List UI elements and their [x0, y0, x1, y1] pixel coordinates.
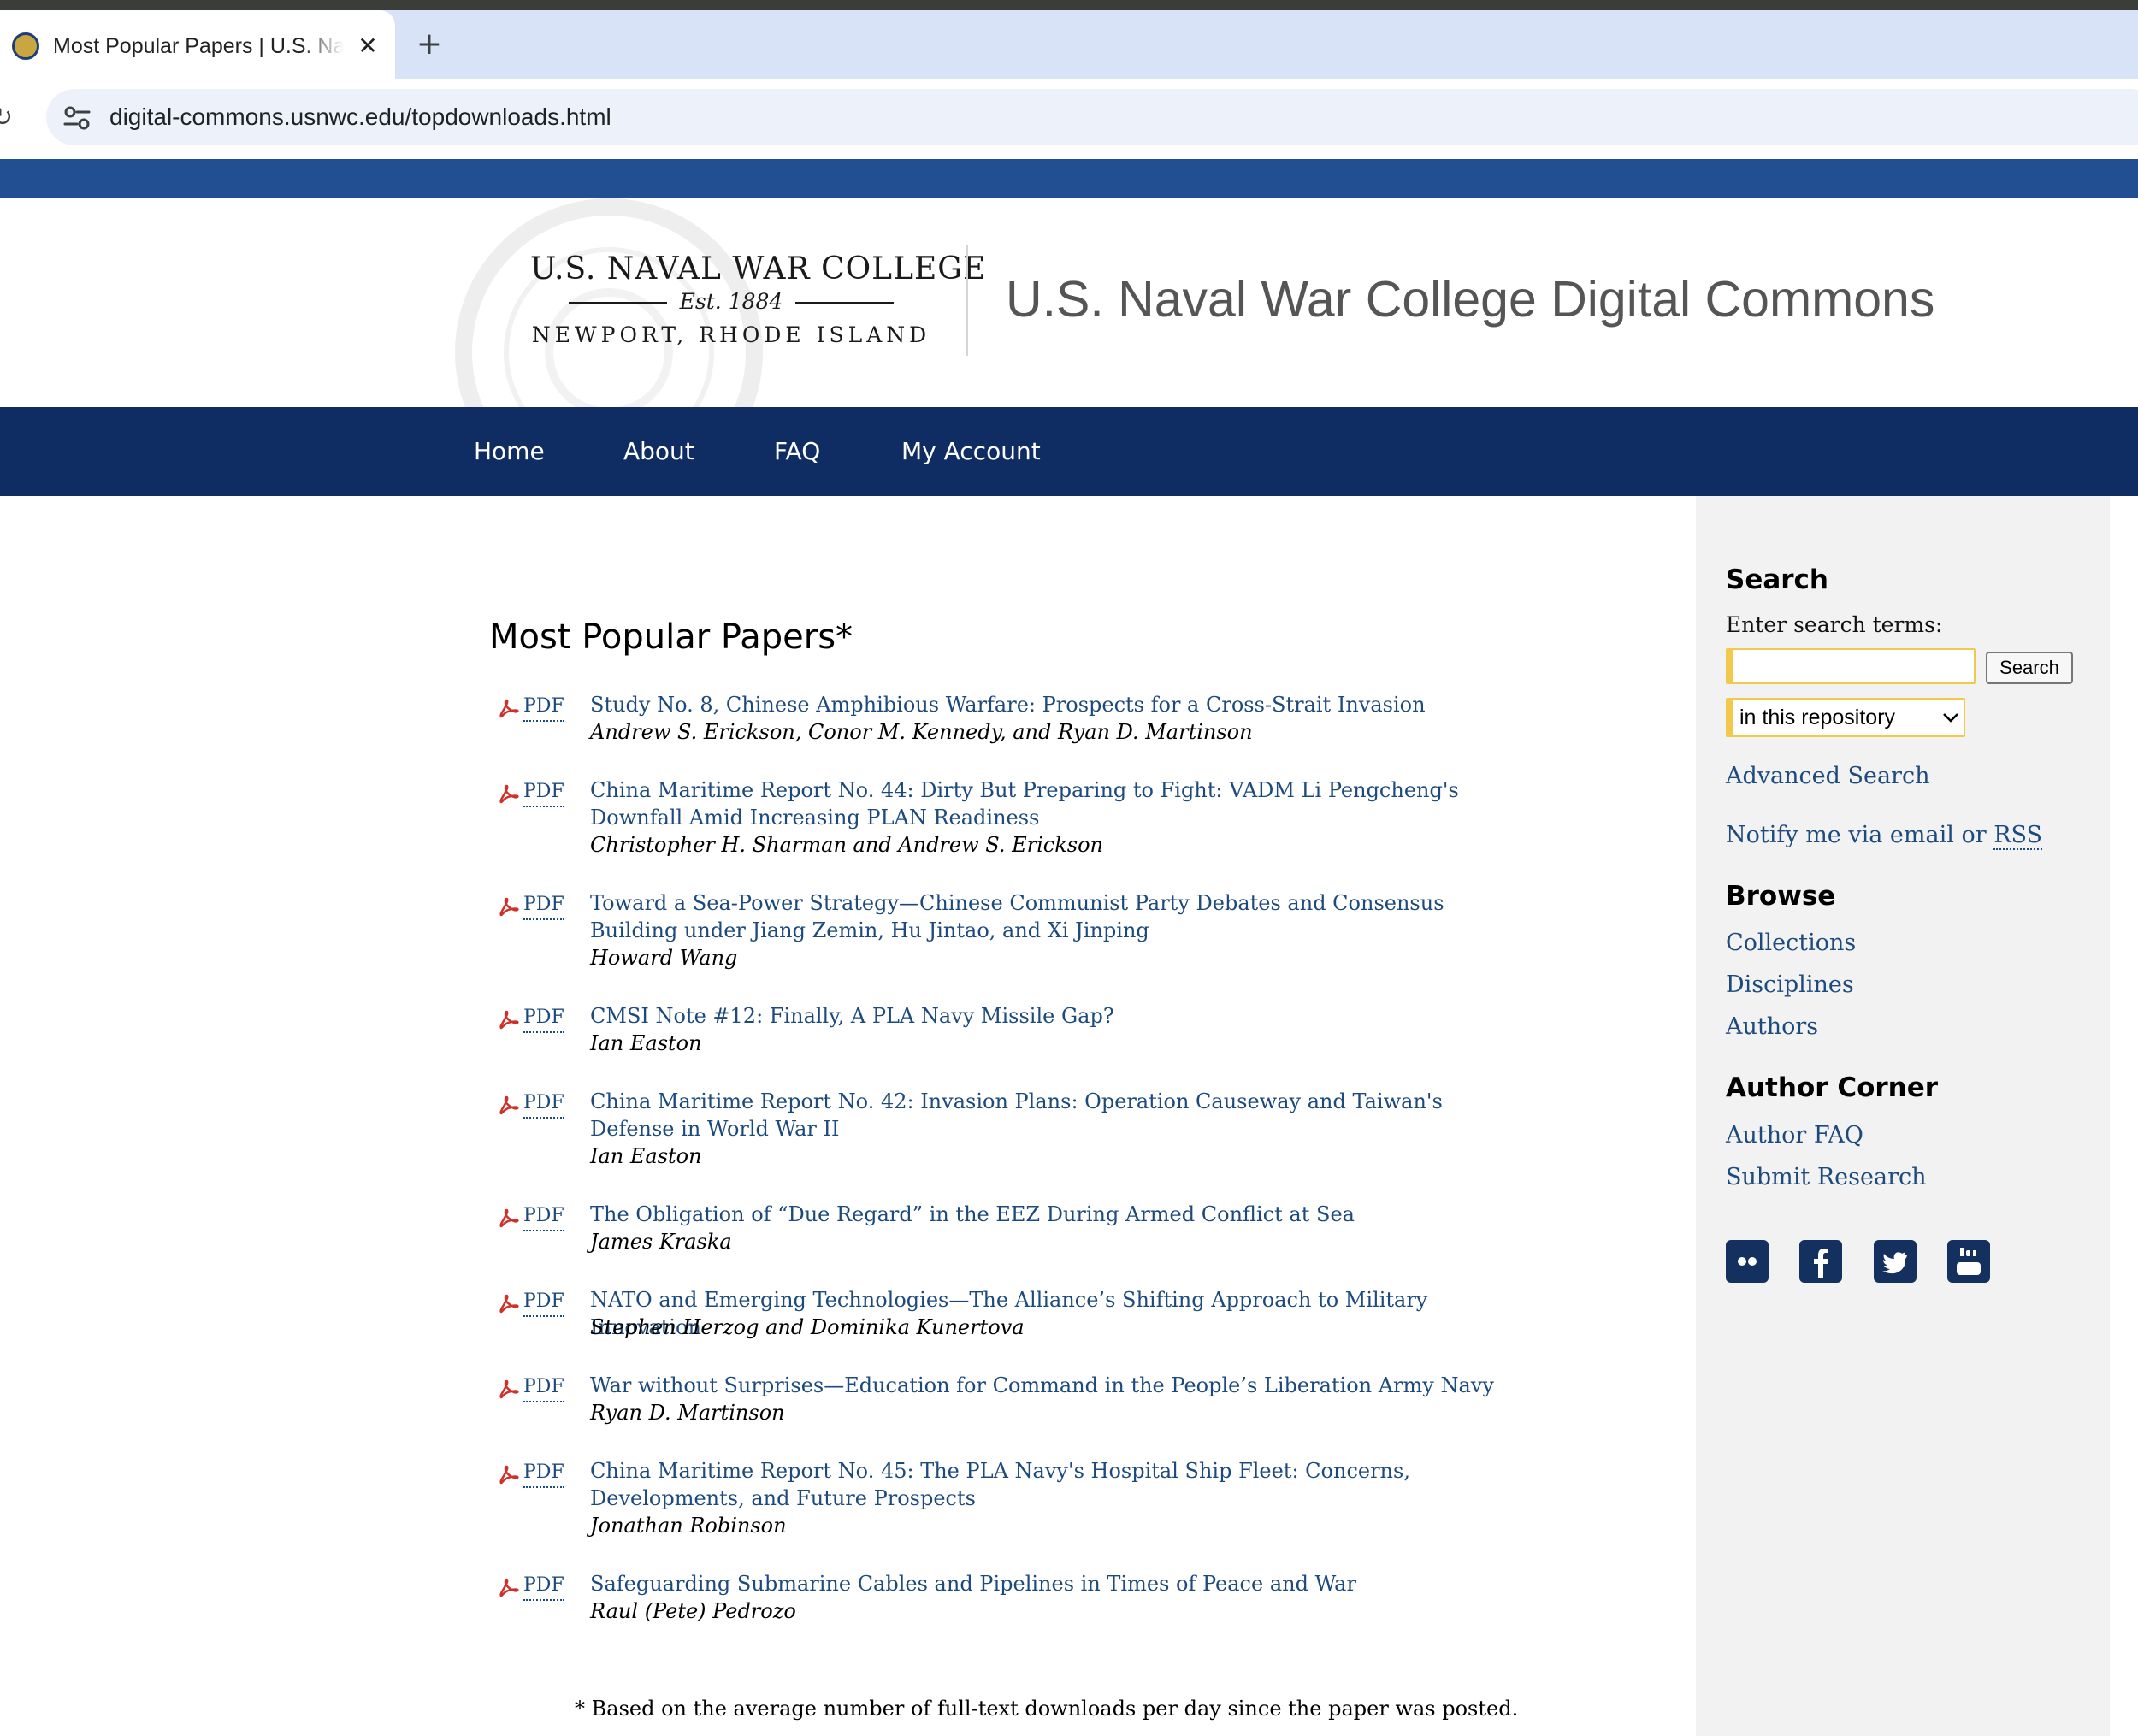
browse-disciplines-link[interactable]: Disciplines: [1726, 968, 1854, 1002]
paper-title-link[interactable]: China Maritime Report No. 44: Dirty But …: [590, 776, 1531, 831]
footnote: * Based on the average number of full-te…: [575, 1697, 1519, 1721]
main-nav: [0, 407, 2138, 496]
tab-title: Most Popular Papers | U.S. Naval War Col…: [53, 34, 344, 58]
search-button[interactable]: Search: [1986, 652, 2073, 684]
paper-title-link[interactable]: Study No. 8, Chinese Amphibious Warfare:…: [590, 691, 1531, 718]
pdf-download-link[interactable]: PDF: [523, 1088, 564, 1119]
browse-collections-link[interactable]: Collections: [1726, 926, 1856, 960]
facebook-icon[interactable]: [1799, 1240, 1842, 1283]
nav-my-account[interactable]: My Account: [901, 407, 1041, 496]
paper-authors: Jonathan Robinson: [590, 1514, 787, 1538]
url-text[interactable]: digital-commons.usnwc.edu/topdownloads.h…: [109, 99, 1307, 135]
paper-authors: Howard Wang: [590, 946, 738, 970]
search-heading: Search: [1726, 564, 1829, 595]
browser-tab[interactable]: Most Popular Papers | U.S. Naval War Col…: [0, 10, 395, 79]
paper-authors: Christopher H. Sharman and Andrew S. Eri…: [590, 833, 1103, 857]
paper-title-link[interactable]: The Obligation of “Due Regard” in the EE…: [590, 1201, 1531, 1228]
logo-rule-right: [795, 302, 894, 304]
tab-close-icon[interactable]: ✕: [352, 29, 383, 63]
paper-authors: James Kraska: [590, 1230, 732, 1254]
paper-authors: Ian Easton: [590, 1144, 702, 1168]
twitter-icon[interactable]: [1874, 1240, 1917, 1283]
nwc-logo[interactable]: U.S. NAVAL WAR COLLEGE Est. 1884 NEWPORT…: [530, 248, 987, 359]
window-top-edge: [0, 0, 2138, 10]
paper-title-link[interactable]: China Maritime Report No. 42: Invasion P…: [590, 1088, 1531, 1143]
new-tab-icon[interactable]: +: [410, 26, 448, 63]
paper-authors: Andrew S. Erickson, Conor M. Kennedy, an…: [590, 720, 1253, 744]
pdf-file-icon[interactable]: [496, 1208, 520, 1228]
logo-line-1: U.S. NAVAL WAR COLLEGE: [530, 251, 987, 286]
top-color-strip: [0, 159, 2138, 198]
notify-line: Notify me via email or RSS: [1726, 818, 2043, 853]
pdf-download-link[interactable]: PDF: [523, 691, 564, 722]
pdf-download-link[interactable]: PDF: [523, 889, 564, 920]
nav-faq[interactable]: FAQ: [774, 407, 820, 496]
pdf-download-link[interactable]: PDF: [523, 776, 564, 807]
site-title[interactable]: U.S. Naval War College Digital Commons: [1006, 265, 2032, 334]
submit-research-link[interactable]: Submit Research: [1726, 1160, 1927, 1195]
paper-title-link[interactable]: CMSI Note #12: Finally, A PLA Navy Missi…: [590, 1002, 1531, 1030]
pdf-download-link[interactable]: PDF: [523, 1286, 564, 1317]
pdf-file-icon[interactable]: [496, 1293, 520, 1314]
pdf-file-icon[interactable]: [496, 1379, 520, 1399]
advanced-search-link[interactable]: Advanced Search: [1726, 759, 1929, 794]
paper-authors: Ian Easton: [590, 1031, 702, 1055]
pdf-download-link[interactable]: PDF: [523, 1002, 564, 1033]
pdf-file-icon[interactable]: [496, 698, 520, 718]
youtube-icon[interactable]: [1947, 1240, 1990, 1283]
pdf-download-link[interactable]: PDF: [523, 1372, 564, 1402]
paper-title-link[interactable]: War without Surprises—Education for Comm…: [590, 1372, 1531, 1399]
pdf-download-link[interactable]: PDF: [523, 1570, 564, 1601]
browse-heading: Browse: [1726, 881, 1836, 912]
pdf-file-icon[interactable]: [496, 1577, 520, 1597]
browse-authors-link[interactable]: Authors: [1726, 1010, 1818, 1044]
pdf-file-icon[interactable]: [496, 1464, 520, 1485]
search-label: Enter search terms:: [1726, 612, 1943, 637]
header-divider: [966, 245, 968, 356]
pdf-download-link[interactable]: PDF: [523, 1201, 564, 1231]
pdf-file-icon[interactable]: [496, 896, 520, 917]
paper-authors: Stephen Herzog and Dominika Kunertova: [590, 1315, 1025, 1339]
nav-about[interactable]: About: [623, 407, 694, 496]
paper-title-link[interactable]: China Maritime Report No. 45: The PLA Na…: [590, 1457, 1531, 1512]
search-scope-select[interactable]: in this repository: [1726, 698, 1965, 737]
rss-link[interactable]: RSS: [1993, 822, 2043, 850]
page-title: Most Popular Papers*: [489, 617, 853, 657]
paper-title-link[interactable]: Toward a Sea-Power Strategy—Chinese Comm…: [590, 889, 1531, 944]
nav-home[interactable]: Home: [474, 407, 545, 496]
pdf-download-link[interactable]: PDF: [523, 1457, 564, 1488]
pdf-file-icon[interactable]: [496, 783, 520, 804]
paper-authors: Ryan D. Martinson: [590, 1401, 785, 1425]
chevron-down-icon: [1943, 713, 1958, 723]
notify-text[interactable]: Notify me via email or: [1726, 822, 1993, 848]
author-faq-link[interactable]: Author FAQ: [1726, 1119, 1863, 1153]
reload-icon[interactable]: ↻: [0, 101, 22, 135]
paper-authors: Raul (Pete) Pedrozo: [590, 1599, 796, 1623]
paper-title-link[interactable]: Safeguarding Submarine Cables and Pipeli…: [590, 1570, 1531, 1597]
pdf-file-icon[interactable]: [496, 1095, 520, 1115]
author-corner-heading: Author Corner: [1726, 1072, 1939, 1103]
flickr-icon[interactable]: [1726, 1240, 1769, 1283]
search-input[interactable]: [1726, 648, 1976, 684]
site-favicon-icon: [12, 32, 39, 60]
logo-line-3: NEWPORT, RHODE ISLAND: [531, 322, 931, 347]
pdf-file-icon[interactable]: [496, 1009, 520, 1030]
site-info-icon[interactable]: [62, 103, 92, 133]
